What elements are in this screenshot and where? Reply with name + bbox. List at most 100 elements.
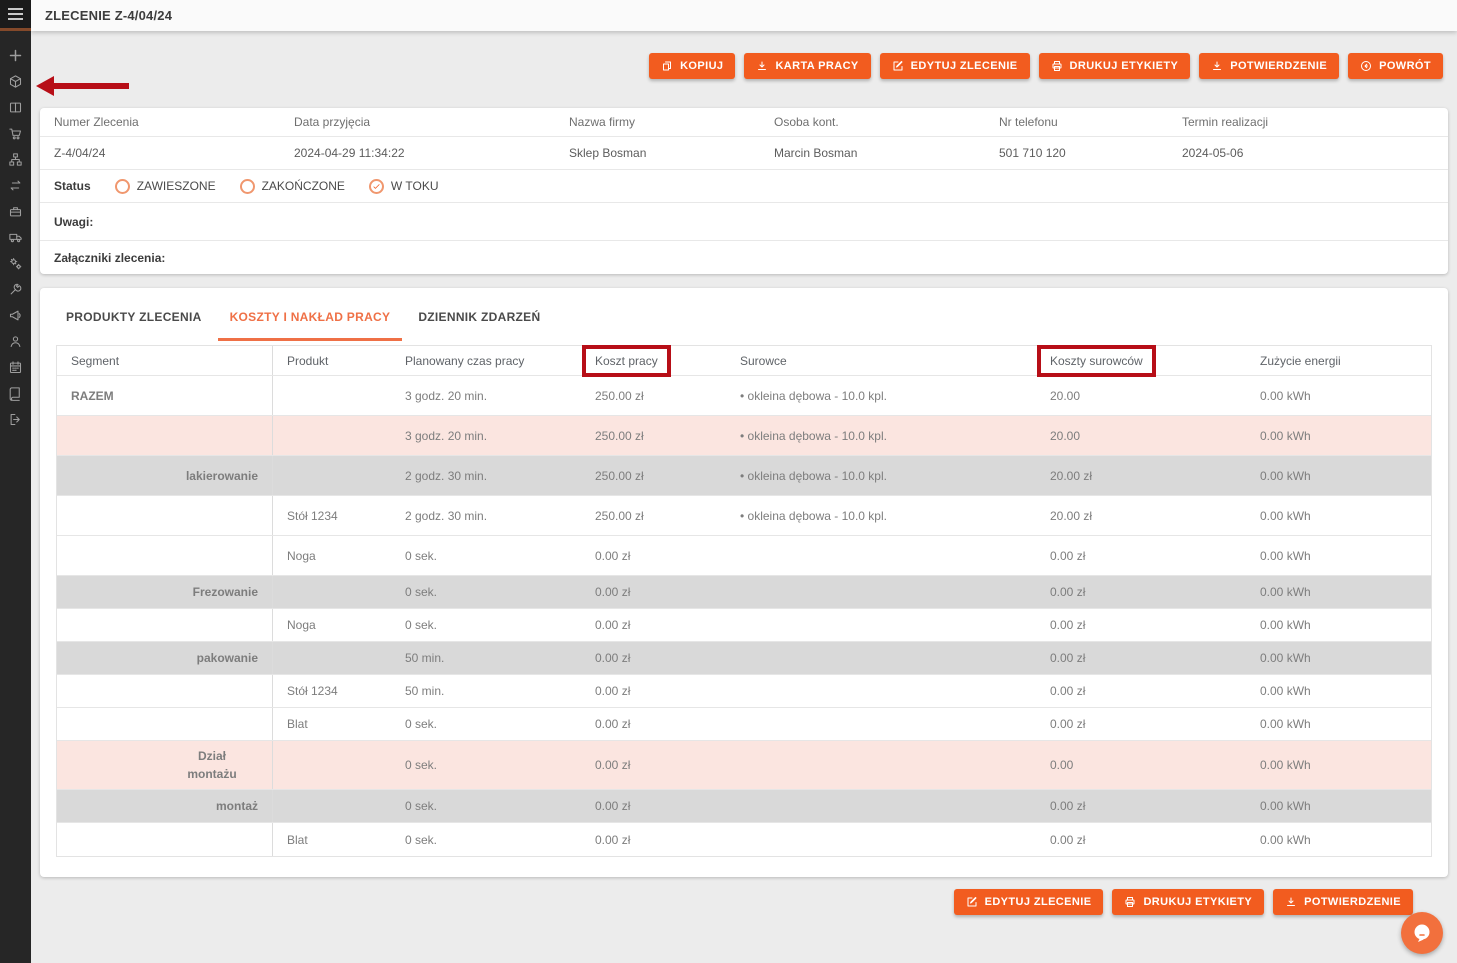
details-card: PRODUKTY ZLECENIA KOSZTY I NAKŁAD PRACY … [40,288,1448,877]
material-cost-cell: 0.00 zł [1036,799,1246,813]
column-header-product: Produkt [273,354,391,368]
product-cell: Stół 1234 [273,684,391,698]
radio-checked-icon[interactable] [369,179,384,194]
time-cell: 0 sek. [391,549,581,563]
energy-cell: 0.00 kWh [1246,585,1431,599]
sidebar-item-orders[interactable] [4,126,28,141]
sidebar-item-tools[interactable] [4,282,28,297]
chat-fab[interactable] [1401,912,1443,954]
sidebar-item-settings[interactable] [4,256,28,271]
energy-cell: 0.00 kWh [1246,389,1431,403]
materials-cell: • okleina dębowa - 10.0 kpl. [726,389,1036,403]
table-row: RAZEM 3 godz. 20 min. 250.00 zł • oklein… [57,376,1431,416]
download-icon [1285,896,1297,908]
cart-icon [8,126,23,141]
material-cost-cell: 0.00 zł [1036,833,1246,847]
materials-cell: • okleina dębowa - 10.0 kpl. [726,509,1036,523]
order-info-values-row: Z-4/04/24 2024-04-29 11:34:22 Sklep Bosm… [40,137,1448,170]
field-label: Osoba kont. [760,115,985,129]
order-info-card: Numer Zlecenia Data przyjęcia Nazwa firm… [40,108,1448,274]
table-header-row: Segment Produkt Planowany czas pracy Kos… [57,346,1431,376]
radio-unchecked-icon[interactable] [115,179,130,194]
labor-cost-cell: 0.00 zł [581,799,726,813]
annotation-box-material-cost: Koszty surowców [1037,345,1156,377]
time-cell: 0 sek. [391,799,581,813]
column-header-material-cost: Koszty surowców [1036,345,1246,377]
table-row: Blat 0 sek. 0.00 zł 0.00 zł 0.00 kWh [57,823,1431,856]
phone-number: 501 710 120 [985,146,1168,160]
tab-products[interactable]: PRODUKTY ZLECENIA [54,293,214,341]
sidebar-item-toolbox[interactable] [4,204,28,219]
tab-costs[interactable]: KOSZTY I NAKŁAD PRACY [218,293,403,341]
table-row: 3 godz. 20 min. 250.00 zł • okleina dębo… [57,416,1431,456]
check-icon [372,182,381,191]
tab-events-log[interactable]: DZIENNIK ZDARZEŃ [406,293,552,341]
sidebar-item-products[interactable] [4,74,28,89]
status-row: Status ZAWIESZONE ZAKOŃCZONE W TOKU [40,170,1448,203]
company-name: Sklep Bosman [555,146,760,160]
segment-cell: montaż [57,790,273,822]
sidebar-item-users[interactable] [4,334,28,349]
sidebar [0,0,31,963]
radio-unchecked-icon[interactable] [240,179,255,194]
chat-bubble-icon [1410,921,1434,945]
material-cost-cell: 20.00 [1036,389,1246,403]
bottom-toolbar: EDYTUJ ZLECENIE DRUKUJ ETYKIETY POTWIERD… [31,877,1457,915]
sidebar-item-logout[interactable] [4,412,28,427]
back-button[interactable]: POWRÓT [1348,53,1443,79]
sidebar-item-board[interactable] [4,100,28,115]
status-option-finished[interactable]: ZAKOŃCZONE [240,179,345,194]
menu-button[interactable] [0,0,31,31]
material-cost-cell: 0.00 zł [1036,585,1246,599]
energy-cell: 0.00 kWh [1246,758,1431,772]
notes-label: Uwagi: [54,215,93,229]
download-icon [756,60,768,72]
status-option-in-progress[interactable]: W TOKU [369,179,439,194]
top-bar: ZLECENIE Z-4/04/24 [31,0,1457,31]
table-row: Noga 0 sek. 0.00 zł 0.00 zł 0.00 kWh [57,536,1431,576]
sidebar-item-docs[interactable] [4,386,28,401]
print-labels-button[interactable]: DRUKUJ ETYKIETY [1039,53,1191,79]
edit-order-button[interactable]: EDYTUJ ZLECENIE [880,53,1030,79]
edit-order-button-bottom[interactable]: EDYTUJ ZLECENIE [954,889,1104,915]
sidebar-item-marketing[interactable] [4,308,28,323]
time-cell: 0 sek. [391,618,581,632]
sitemap-icon [8,152,23,167]
segment-cell [57,416,273,455]
labor-cost-cell: 0.00 zł [581,833,726,847]
plus-icon [8,48,23,63]
energy-cell: 0.00 kWh [1246,833,1431,847]
labor-cost-cell: 0.00 zł [581,549,726,563]
energy-cell: 0.00 kWh [1246,651,1431,665]
sidebar-item-add[interactable] [4,48,28,63]
product-cell: Blat [273,717,391,731]
segment-cell [57,609,273,641]
sidebar-item-shipping[interactable] [4,230,28,245]
contact-person: Marcin Bosman [760,146,985,160]
materials-cell: • okleina dębowa - 10.0 kpl. [726,469,1036,483]
sidebar-item-calendar[interactable] [4,360,28,375]
logout-icon [8,412,23,427]
material-cost-cell: 0.00 zł [1036,618,1246,632]
page-title: ZLECENIE Z-4/04/24 [45,8,172,23]
work-card-button[interactable]: KARTA PRACY [744,53,870,79]
column-header-materials: Surowce [726,354,1036,368]
product-cell: Blat [273,833,391,847]
energy-cell: 0.00 kWh [1246,509,1431,523]
sidebar-item-structure[interactable] [4,152,28,167]
copy-icon [661,60,673,72]
confirmation-button[interactable]: POTWIERDZENIE [1199,53,1339,79]
copy-button[interactable]: KOPIUJ [649,53,735,79]
user-icon [8,334,23,349]
annotation-box-labor-cost: Koszt pracy [582,345,671,377]
confirmation-button-bottom[interactable]: POTWIERDZENIE [1273,889,1413,915]
sidebar-item-transfers[interactable] [4,178,28,193]
cube-icon [8,74,23,89]
table-row: Frezowanie 0 sek. 0.00 zł 0.00 zł 0.00 k… [57,576,1431,609]
status-option-suspended[interactable]: ZAWIESZONE [115,179,216,194]
material-cost-cell: 20.00 zł [1036,469,1246,483]
accept-date: 2024-04-29 11:34:22 [280,146,555,160]
segment-cell: RAZEM [57,376,273,415]
segment-cell: Frezowanie [57,576,273,608]
print-labels-button-bottom[interactable]: DRUKUJ ETYKIETY [1112,889,1264,915]
